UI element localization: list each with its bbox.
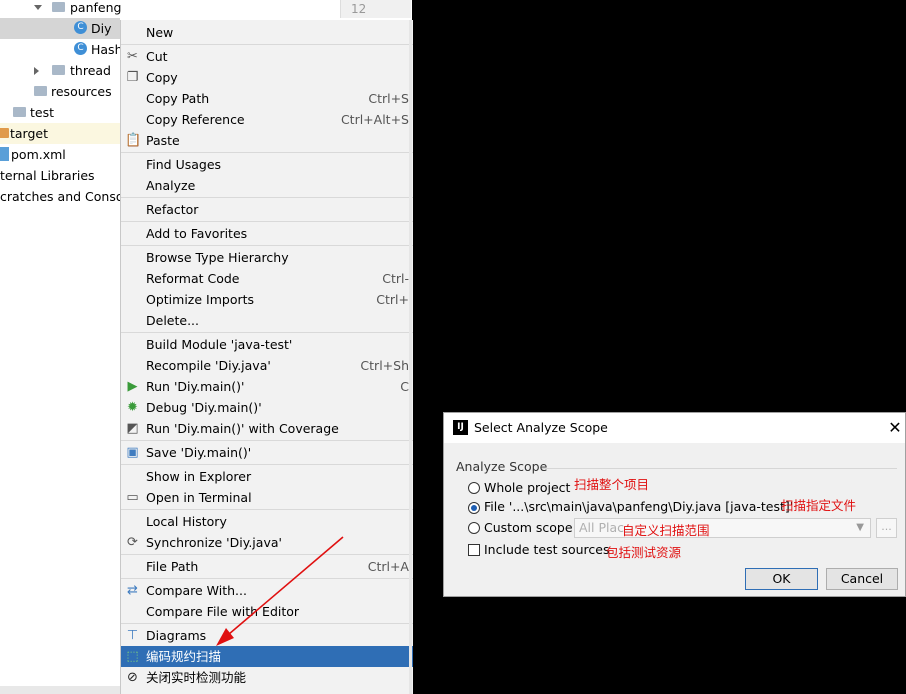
menu-item-delete[interactable]: Delete... (121, 310, 413, 331)
run-icon: ▶ (127, 379, 138, 394)
menu-item-refactor[interactable]: Refactor (121, 199, 413, 220)
menu-item-copy-reference[interactable]: Copy Reference Ctrl+Alt+S (121, 109, 413, 130)
whole-project-annotation: 扫描整个项目 (574, 477, 650, 492)
menu-edge (409, 20, 412, 694)
tree-item-diy[interactable]: C Diy (0, 18, 120, 39)
select-analyze-scope-dialog: IJ Select Analyze Scope ✕ Analyze Scope … (443, 412, 906, 597)
dialog-titlebar: IJ Select Analyze Scope ✕ (444, 413, 905, 443)
copy-icon: ❐ (126, 70, 139, 85)
tree-item-pom[interactable]: pom.xml (0, 144, 120, 165)
menu-item-compare-with[interactable]: ⇄ Compare With... (121, 580, 413, 601)
menu-item-add-to-favorites[interactable]: Add to Favorites (121, 223, 413, 244)
menu-item-new[interactable]: New (121, 22, 413, 43)
menu-item-paste[interactable]: 📋 Paste (121, 130, 413, 151)
menu-item-show-in-explorer[interactable]: Show in Explorer (121, 466, 413, 487)
tree-item-libraries[interactable]: ternal Libraries (0, 165, 120, 186)
compare-icon: ⇄ (127, 583, 138, 598)
menu-item-disable-realtime[interactable]: ⊘ 关闭实时检测功能 (121, 667, 413, 688)
terminal-icon: ▭ (126, 490, 139, 505)
browse-button[interactable]: ... (876, 518, 897, 538)
file-annotation: 扫描指定文件 (781, 498, 857, 513)
diagram-icon: ⊤ (126, 628, 139, 643)
ok-button[interactable]: OK (745, 568, 818, 590)
file-radio[interactable] (468, 502, 480, 514)
sync-icon: ⟳ (127, 535, 138, 550)
whole-project-radio[interactable] (468, 482, 480, 494)
whole-project-label[interactable]: Whole project (484, 478, 570, 498)
menu-item-local-history[interactable]: Local History (121, 511, 413, 532)
include-tests-label[interactable]: Include test sources (484, 540, 609, 560)
menu-item-run[interactable]: ▶ Run 'Diy.main()' C (121, 376, 413, 397)
tree-item-hash[interactable]: C Hash (0, 39, 123, 60)
custom-scope-label[interactable]: Custom scope (484, 518, 573, 538)
file-label[interactable]: File '...\src\main\java\panfeng\Diy.java… (484, 497, 793, 517)
class-icon: C (74, 42, 87, 55)
menu-item-run-coverage[interactable]: ◩ Run 'Diy.main()' with Coverage (121, 418, 413, 439)
xml-file-icon (0, 147, 9, 161)
menu-item-debug[interactable]: ✹ Debug 'Diy.main()' (121, 397, 413, 418)
menu-item-save-config[interactable]: ▣ Save 'Diy.main()' (121, 442, 413, 463)
line-number: 12 (351, 2, 367, 16)
class-icon: C (74, 21, 87, 34)
editor-gutter: 12 (340, 0, 411, 18)
menu-item-recompile[interactable]: Recompile 'Diy.java' Ctrl+Sh (121, 355, 413, 376)
tree-item-test[interactable]: test (0, 102, 120, 123)
menu-item-copy-path[interactable]: Copy Path Ctrl+S (121, 88, 413, 109)
scan-icon: ⬚ (126, 649, 139, 664)
menu-item-open-in-terminal[interactable]: ▭ Open in Terminal (121, 487, 413, 508)
tool-window-strip (0, 686, 121, 694)
custom-scope-annotation: 自定义扫描范围 (622, 523, 710, 538)
folder-icon (13, 107, 26, 117)
group-divider (542, 468, 897, 469)
menu-item-browse-type-hierarchy[interactable]: Browse Type Hierarchy (121, 247, 413, 268)
menu-item-analyze[interactable]: Analyze (121, 175, 413, 196)
menu-item-file-path[interactable]: File Path Ctrl+A (121, 556, 413, 577)
folder-icon (34, 86, 47, 96)
folder-icon (0, 128, 9, 138)
chevron-right-icon[interactable] (34, 67, 39, 75)
group-label: Analyze Scope (456, 459, 548, 474)
custom-scope-select[interactable]: All Plac ▼ (574, 518, 871, 538)
paste-icon: 📋 (125, 133, 142, 148)
context-menu: New ✂ Cut ❐ Copy Copy Path Ctrl+S Copy Refe… (120, 20, 413, 694)
close-icon[interactable]: ✕ (885, 417, 905, 439)
folder-icon (52, 2, 65, 12)
debug-icon: ✹ (127, 400, 138, 415)
menu-item-code-scan[interactable]: ⬚ 编码规约扫描 (121, 646, 413, 667)
tree-item-scratches[interactable]: cratches and Console (0, 186, 135, 207)
dialog-title: Select Analyze Scope (474, 420, 608, 435)
menu-item-compare-file-with-editor[interactable]: Compare File with Editor (121, 601, 413, 622)
tree-item-target[interactable]: target (0, 123, 120, 144)
tree-item-panfeng[interactable]: panfeng (0, 0, 340, 18)
cancel-button[interactable]: Cancel (826, 568, 898, 590)
scissors-icon: ✂ (127, 49, 138, 64)
custom-scope-value: All Plac (579, 520, 625, 535)
menu-item-optimize-imports[interactable]: Optimize Imports Ctrl+ (121, 289, 413, 310)
menu-item-find-usages[interactable]: Find Usages (121, 154, 413, 175)
save-icon: ▣ (126, 445, 139, 460)
menu-item-reformat-code[interactable]: Reformat Code Ctrl- (121, 268, 413, 289)
menu-item-build-module[interactable]: Build Module 'java-test' (121, 334, 413, 355)
menu-item-diagrams[interactable]: ⊤ Diagrams (121, 625, 413, 646)
tree-item-thread[interactable]: thread (0, 60, 120, 81)
menu-item-copy[interactable]: ❐ Copy (121, 67, 413, 88)
tree-item-resources[interactable]: resources (0, 81, 120, 102)
custom-scope-radio[interactable] (468, 522, 480, 534)
menu-item-synchronize[interactable]: ⟳ Synchronize 'Diy.java' (121, 532, 413, 553)
chevron-down-icon: ▼ (856, 522, 864, 533)
menu-item-cut[interactable]: ✂ Cut (121, 46, 413, 67)
folder-icon (52, 65, 65, 75)
include-tests-annotation: 包括测试资源 (606, 545, 682, 560)
intellij-logo-icon: IJ (453, 420, 468, 435)
disable-icon: ⊘ (127, 670, 138, 685)
coverage-icon: ◩ (126, 421, 139, 436)
include-tests-checkbox[interactable] (468, 544, 480, 556)
chevron-down-icon[interactable] (34, 5, 42, 10)
